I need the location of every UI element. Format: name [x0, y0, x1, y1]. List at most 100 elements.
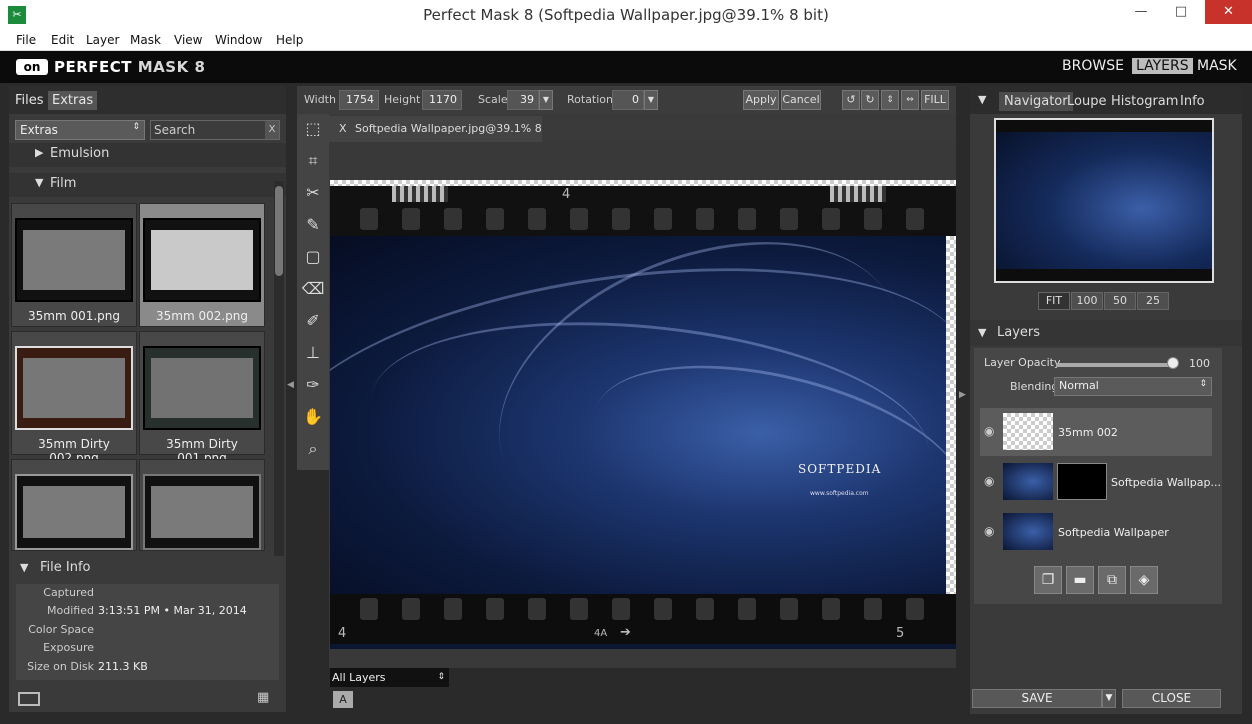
blending-dropdown[interactable]: Normal ⇕ — [1054, 377, 1212, 396]
opacity-slider-knob[interactable] — [1167, 357, 1179, 369]
scale-input[interactable]: 39 — [507, 90, 539, 110]
split-view-icon[interactable] — [18, 692, 40, 706]
document-tab[interactable]: X Softpedia Wallpaper.jpg@39.1% 8 bit — [329, 116, 542, 161]
menu-file[interactable]: File — [16, 33, 36, 47]
updown-arrow-icon: ⇕ — [132, 122, 140, 132]
layer-row-wallpaper-masked[interactable]: ◉ Softpedia Wallpap... — [980, 458, 1221, 506]
mode-mask[interactable]: MASK — [1197, 58, 1237, 74]
film-number-bottom-mid: 4A — [594, 628, 608, 639]
collapse-arrow-icon[interactable]: ▼ — [978, 93, 986, 106]
search-placeholder: Search — [154, 123, 196, 137]
flip-horizontal-icon[interactable]: ⇔ — [901, 90, 919, 110]
source-dropdown[interactable]: Extras ⇕ — [15, 120, 145, 140]
new-layer-icon[interactable]: ❐ — [1034, 566, 1062, 594]
minimize-button[interactable]: — — [1125, 0, 1157, 24]
mask-thumbnail — [1057, 463, 1107, 500]
menu-edit[interactable]: Edit — [51, 33, 74, 47]
menu-view[interactable]: View — [174, 33, 202, 47]
opacity-slider[interactable] — [1056, 363, 1172, 367]
thumb-film-6[interactable] — [139, 459, 265, 551]
close-tab-icon[interactable]: X — [339, 116, 347, 142]
zoom-50-button[interactable]: 50 — [1104, 292, 1136, 310]
zoom-fit-button[interactable]: FIT — [1038, 292, 1070, 310]
scroll-thumb[interactable] — [275, 186, 283, 276]
a-button[interactable]: A — [333, 691, 353, 708]
crop-tool-icon[interactable]: ⌗ — [301, 148, 325, 174]
marquee-tool-icon[interactable]: ⬚ — [301, 116, 325, 142]
brush-tool-icon[interactable]: ✎ — [301, 212, 325, 238]
film-arrow-icon: ➔ — [620, 625, 631, 640]
product-name: PERFECT MASK 8 — [54, 58, 206, 76]
thumb-35mm-002[interactable]: 35mm 002.png — [139, 203, 265, 327]
stamp-tool-icon[interactable]: ⊥ — [301, 340, 325, 366]
film-number-bottom-left: 4 — [338, 626, 347, 641]
thumb-35mm-001[interactable]: 35mm 001.png — [11, 203, 137, 327]
rotate-left-icon[interactable]: ↺ — [842, 90, 860, 110]
section-film[interactable]: ▼ Film — [9, 173, 286, 197]
film-strip-top: 4 — [330, 186, 956, 236]
menu-help[interactable]: Help — [276, 33, 303, 47]
thumb-image — [143, 474, 261, 550]
collapse-arrow-icon[interactable]: ▼ — [20, 561, 28, 574]
layer-row-wallpaper[interactable]: ◉ Softpedia Wallpaper — [980, 508, 1212, 556]
scale-dropdown-icon[interactable]: ▼ — [539, 90, 553, 110]
height-input[interactable]: 1170 — [422, 90, 462, 110]
tab-info[interactable]: Info — [1175, 92, 1210, 111]
magic-brush-icon[interactable]: ✐ — [301, 308, 325, 334]
updown-arrow-icon: ⇕ — [1199, 379, 1207, 389]
mode-browse[interactable]: BROWSE — [1062, 58, 1124, 74]
maximize-button[interactable]: □ — [1165, 0, 1197, 24]
visibility-eye-icon[interactable]: ◉ — [984, 424, 994, 438]
fill-button[interactable]: FILL — [921, 90, 949, 110]
flip-vertical-icon[interactable]: ⇕ — [881, 90, 899, 110]
mode-layers[interactable]: LAYERS — [1132, 58, 1193, 74]
thumb-35mm-dirty-001[interactable]: 35mm Dirty 001.png — [139, 331, 265, 465]
delete-layer-icon[interactable]: ▬ — [1066, 566, 1094, 594]
zoom-25-button[interactable]: 25 — [1137, 292, 1169, 310]
collapse-arrow-icon[interactable]: ▼ — [978, 326, 986, 339]
rotation-input[interactable]: 0 — [612, 90, 644, 110]
zoom-100-button[interactable]: 100 — [1071, 292, 1103, 310]
menu-mask[interactable]: Mask — [130, 33, 161, 47]
transform-tool-icon[interactable]: ▢ — [301, 244, 325, 270]
file-info-box: Captured Modified 3:13:51 PM • Mar 31, 20… — [16, 584, 279, 680]
save-options-icon[interactable]: ▼ — [1102, 689, 1116, 708]
apply-button[interactable]: Apply — [743, 90, 779, 110]
tab-files[interactable]: Files — [11, 91, 48, 110]
save-button[interactable]: SAVE — [972, 689, 1102, 708]
grid-view-icon[interactable]: ▦ — [257, 690, 269, 705]
cancel-button[interactable]: Cancel — [781, 90, 821, 110]
collapse-right-icon[interactable]: ▶ — [959, 390, 967, 410]
tab-loupe[interactable]: Loupe — [1062, 92, 1111, 111]
scissors-tool-icon[interactable]: ✂ — [301, 180, 325, 206]
info-row-size: Size on Disk 211.3 KB — [27, 660, 148, 673]
section-emulsion[interactable]: ▶ Emulsion — [9, 143, 286, 167]
duplicate-layer-icon[interactable]: ⧉ — [1098, 566, 1126, 594]
tool-strip: ⬚ ⌗ ✂ ✎ ▢ ⌫ ✐ ⊥ ✑ ✋ ⌕ — [297, 114, 329, 470]
rotate-right-icon[interactable]: ↻ — [861, 90, 879, 110]
retouch-brush-icon[interactable]: ✑ — [301, 372, 325, 398]
layer-row-35mm-002[interactable]: ◉ 35mm 002 — [980, 408, 1212, 456]
zoom-tool-icon[interactable]: ⌕ — [301, 436, 325, 462]
hand-tool-icon[interactable]: ✋ — [301, 404, 325, 430]
collapse-left-icon[interactable]: ◀ — [287, 380, 295, 420]
close-button[interactable]: CLOSE — [1122, 689, 1221, 708]
rotation-dropdown-icon[interactable]: ▼ — [644, 90, 658, 110]
menu-window[interactable]: Window — [215, 33, 262, 47]
tab-histogram[interactable]: Histogram — [1106, 92, 1183, 111]
layer-select-dropdown[interactable]: All Layers ⇕ — [330, 668, 449, 687]
eraser-tool-icon[interactable]: ⌫ — [301, 276, 325, 302]
fill-bucket-icon[interactable]: ◈ — [1130, 566, 1158, 594]
navigator-preview[interactable] — [994, 118, 1214, 283]
search-clear-icon[interactable]: X — [265, 121, 279, 139]
search-input[interactable]: Search X — [150, 120, 280, 140]
visibility-eye-icon[interactable]: ◉ — [984, 474, 994, 488]
close-window-button[interactable]: ✕ — [1205, 0, 1252, 24]
visibility-eye-icon[interactable]: ◉ — [984, 524, 994, 538]
document-image[interactable]: 4 SOFTPEDIA www.softpedia.com 4 4A ➔ 5 — [330, 180, 956, 649]
menu-layer[interactable]: Layer — [86, 33, 119, 47]
thumb-film-5[interactable] — [11, 459, 137, 551]
width-input[interactable]: 1754 — [339, 90, 379, 110]
tab-extras[interactable]: Extras — [48, 91, 98, 110]
thumb-35mm-dirty-002[interactable]: 35mm Dirty 002.png — [11, 331, 137, 465]
